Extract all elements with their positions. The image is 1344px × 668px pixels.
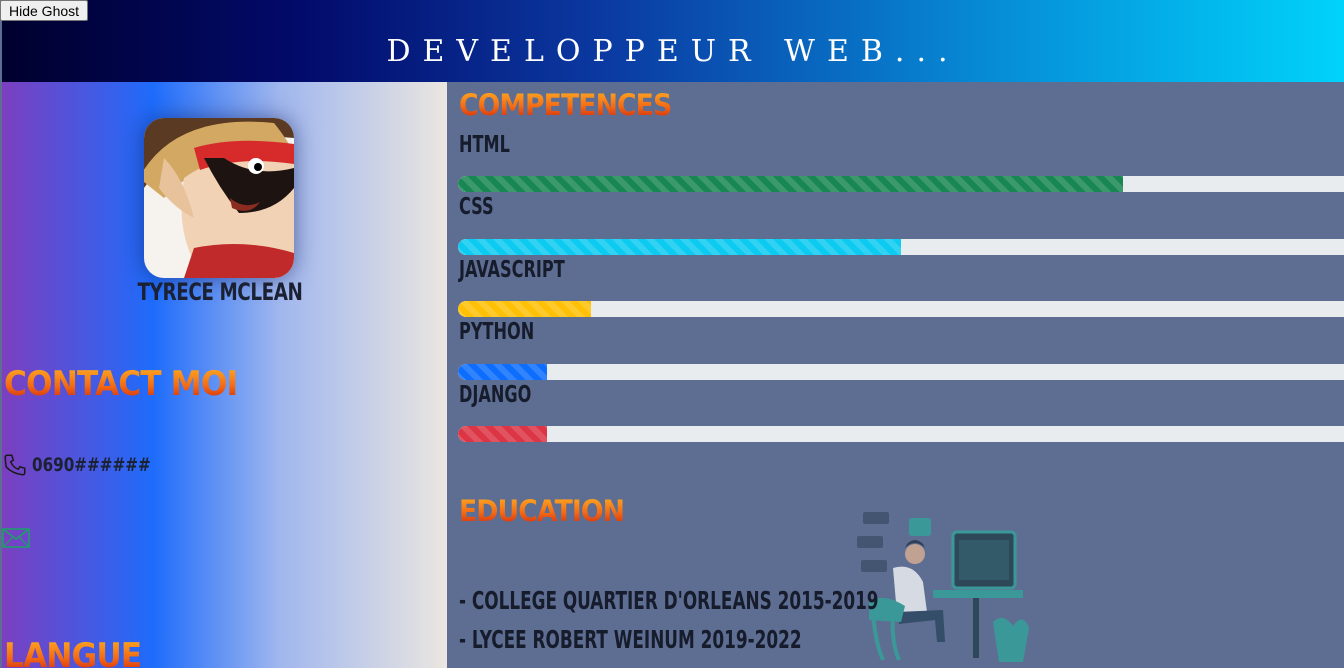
mail-icon[interactable] xyxy=(2,528,30,548)
phone-icon xyxy=(4,454,26,476)
skill-bar-fill-javascript xyxy=(458,301,591,317)
education-item-lycee: - LYCEE ROBERT WEINUM 2019-2022 xyxy=(459,625,802,654)
developer-illustration xyxy=(857,512,1029,662)
contact-title: CONTACT MOI xyxy=(4,364,238,404)
skill-bar-python xyxy=(458,364,1344,380)
mail-row xyxy=(2,528,30,548)
page-header: DEVELOPPEUR WEB... xyxy=(2,0,1344,82)
skill-bar-html xyxy=(458,176,1344,192)
skill-label-html: HTML xyxy=(459,132,510,158)
skill-label-django: DJANGO xyxy=(459,382,532,408)
hide-ghost-button[interactable]: Hide Ghost xyxy=(0,0,89,21)
skill-bar-django xyxy=(458,426,1344,442)
skill-bar-fill-css xyxy=(458,239,901,255)
skill-bar-fill-django xyxy=(458,426,547,442)
skill-bar-css xyxy=(458,239,1344,255)
main-content: COMPETENCES HTML CSS JAVASCRIPT PYTHON D… xyxy=(447,82,1344,668)
sidebar: TYRECE MCLEAN CONTACT MOI 0690###### LAN… xyxy=(2,82,447,668)
avatar xyxy=(144,118,294,278)
profile-name: TYRECE MCLEAN xyxy=(137,278,303,306)
skill-label-css: CSS xyxy=(459,194,494,220)
skill-bar-javascript xyxy=(458,301,1344,317)
skill-bar-fill-python xyxy=(458,364,547,380)
phone-row: 0690###### xyxy=(2,452,180,478)
education-title: EDUCATION xyxy=(459,494,625,528)
education-item-college: - COLLEGE QUARTIER D'ORLEANS 2015-2019 xyxy=(459,586,879,615)
phone-number[interactable]: 0690###### xyxy=(32,454,151,476)
langue-title: LANGUE xyxy=(4,636,142,668)
avatar-image xyxy=(144,118,294,278)
skill-label-python: PYTHON xyxy=(459,319,535,345)
page-title: DEVELOPPEUR WEB... xyxy=(386,34,960,69)
skill-label-javascript: JAVASCRIPT xyxy=(459,257,565,283)
skill-bar-fill-html xyxy=(458,176,1123,192)
competences-title: COMPETENCES xyxy=(459,88,672,122)
